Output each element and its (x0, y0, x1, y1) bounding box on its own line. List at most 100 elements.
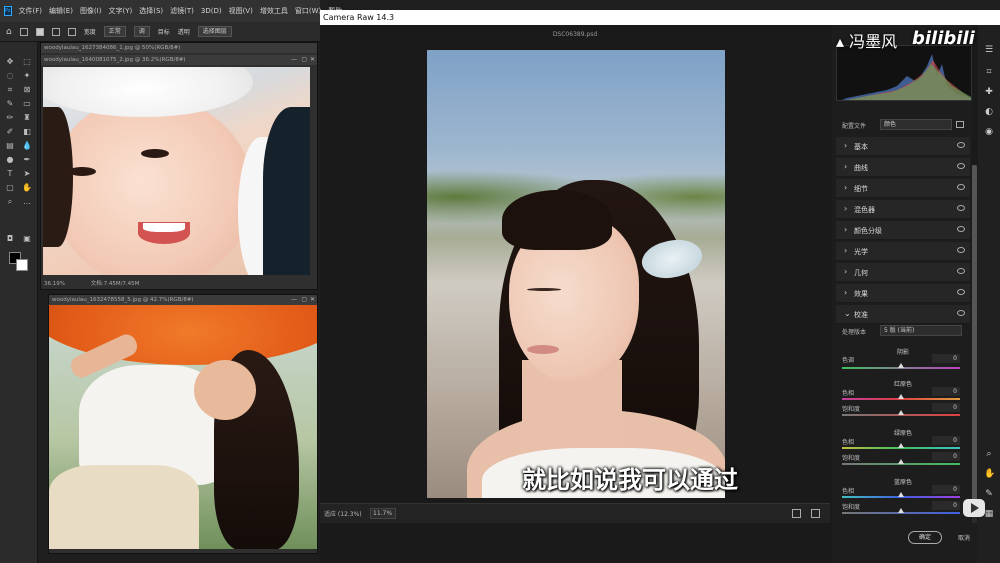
eye-icon[interactable] (957, 184, 965, 190)
dodge-tool-icon[interactable]: ● (5, 155, 15, 165)
eye-icon[interactable] (957, 142, 965, 148)
view-single-icon[interactable] (792, 509, 801, 518)
doc-1-minimize-icon[interactable]: — (291, 55, 297, 65)
history-brush-icon[interactable]: ✐ (5, 127, 15, 137)
hand-icon[interactable]: ✋ (984, 469, 995, 479)
green-sat-value[interactable]: 0 (932, 452, 960, 461)
subtract-selection-icon[interactable] (67, 27, 76, 36)
profile-browser-icon[interactable] (956, 121, 964, 128)
eye-icon[interactable] (957, 163, 965, 169)
crop-tool-icon[interactable]: ⌗ (5, 85, 15, 95)
menu-file[interactable]: 文件(F) (19, 6, 43, 16)
doc-2-titlebar[interactable]: woodylaulau_1632478558_5.jpg @ 42.7%(RGB… (49, 295, 317, 305)
more-tools-icon[interactable]: … (22, 197, 32, 207)
menu-filter[interactable]: 滤镜(T) (170, 6, 194, 16)
background-color-swatch[interactable] (16, 259, 28, 271)
blur-tool-icon[interactable]: 💧 (22, 141, 32, 151)
add-selection-icon[interactable] (51, 27, 60, 36)
hand-tool-icon[interactable]: ✋ (22, 183, 32, 193)
blue-hue-thumb[interactable] (898, 492, 904, 497)
blue-sat-thumb[interactable] (898, 508, 904, 513)
menu-view[interactable]: 视图(V) (229, 6, 253, 16)
eyedropper-icon[interactable]: ✎ (5, 99, 15, 109)
menu-plugins[interactable]: 增效工具 (260, 6, 288, 16)
section-color-mixer[interactable]: › 混色器 (836, 200, 970, 219)
blue-sat-value[interactable]: 0 (932, 501, 960, 510)
brush-tool-icon[interactable]: ✏ (5, 113, 15, 123)
doc-1-zoom[interactable]: 36.19% (44, 281, 65, 287)
doc-1-titlebar[interactable]: woodylaulau_1640081075_2.jpg @ 36.2%(RGB… (41, 55, 317, 65)
move-tool-icon[interactable]: ✥ (5, 57, 15, 67)
ok-button[interactable]: 确定 (908, 531, 942, 544)
menu-image[interactable]: 图像(I) (80, 6, 102, 16)
view-compare-icon[interactable] (811, 509, 820, 518)
menu-select[interactable]: 选择(S) (139, 6, 163, 16)
type-tool-icon[interactable]: T (5, 169, 15, 179)
section-basic[interactable]: › 基本 (836, 137, 970, 156)
process-version-select[interactable]: 5 版 (当前) (880, 325, 962, 336)
menu-3d[interactable]: 3D(D) (201, 7, 222, 15)
screen-mode-icon[interactable]: ▣ (22, 234, 32, 244)
eye-icon[interactable] (957, 289, 965, 295)
frame-tool-icon[interactable]: ⊠ (22, 85, 32, 95)
new-selection-icon[interactable] (35, 27, 44, 36)
section-detail[interactable]: › 细节 (836, 179, 970, 198)
target-label[interactable]: 目标 (158, 27, 170, 36)
doc-1-maximize-icon[interactable]: ▢ (301, 55, 307, 65)
doc-2-close-icon[interactable]: ✕ (310, 295, 315, 305)
profile-select[interactable]: 颜色 (880, 119, 952, 130)
crop-icon[interactable]: ⌗ (984, 67, 994, 77)
patch-tool-icon[interactable]: ▭ (22, 99, 32, 109)
red-hue-thumb[interactable] (898, 394, 904, 399)
grid-icon[interactable]: ▦ (984, 509, 994, 519)
path-select-icon[interactable]: ➤ (22, 169, 32, 179)
menu-type[interactable]: 文字(Y) (108, 6, 132, 16)
doc-2-minimize-icon[interactable]: — (291, 295, 297, 305)
menu-window[interactable]: 窗口(W) (295, 6, 321, 16)
red-sat-value[interactable]: 0 (932, 403, 960, 412)
shape-tool-icon[interactable]: ▢ (5, 183, 15, 193)
section-curve[interactable]: › 曲线 (836, 158, 970, 177)
zoom-fit-label[interactable]: 适应 (12.3%) (324, 509, 362, 518)
green-hue-thumb[interactable] (898, 443, 904, 448)
select-layer-button[interactable]: 选择图层 (197, 26, 232, 37)
doc-2-canvas-photo[interactable] (49, 305, 317, 549)
magic-wand-icon[interactable]: ✦ (22, 71, 32, 81)
green-sat-thumb[interactable] (898, 459, 904, 464)
zoom-tool-icon[interactable]: ⌕ (5, 197, 15, 207)
doc-2-maximize-icon[interactable]: ▢ (301, 295, 307, 305)
menu-edit[interactable]: 编辑(E) (49, 6, 73, 16)
doc-1-close-icon[interactable]: ✕ (310, 55, 315, 65)
eye-icon[interactable] (957, 226, 965, 232)
shadows-tint-value[interactable]: 0 (932, 354, 960, 363)
eye-icon[interactable] (957, 310, 965, 316)
heal-icon[interactable]: ✚ (984, 87, 994, 97)
lasso-tool-icon[interactable]: ◌ (5, 71, 15, 81)
play-icon[interactable] (963, 499, 985, 517)
section-geometry[interactable]: › 几何 (836, 263, 970, 282)
edit-icon[interactable]: ☰ (984, 45, 994, 55)
quick-mask-icon[interactable]: ◘ (5, 234, 15, 244)
eraser-icon[interactable]: ◧ (22, 127, 32, 137)
doc-1-canvas-photo[interactable] (43, 67, 310, 275)
red-hue-value[interactable]: 0 (932, 387, 960, 396)
section-color-grading[interactable]: › 颜色分级 (836, 221, 970, 240)
green-hue-value[interactable]: 0 (932, 436, 960, 445)
style-select[interactable]: 正常 (103, 26, 126, 37)
marquee-shape-icon[interactable] (19, 27, 28, 36)
eye-icon[interactable] (957, 247, 965, 253)
cancel-button[interactable]: 取消 (958, 533, 970, 542)
pen-tool-icon[interactable]: ✒ (22, 155, 32, 165)
doc-tab-behind[interactable]: woodylaulau_1627384086_1.jpg @ 50%(RGB/8… (41, 43, 317, 53)
marquee-tool-icon[interactable]: ⬚ (22, 57, 32, 67)
zoom-select[interactable]: 11.7% (370, 508, 396, 519)
redeye-icon[interactable]: ◉ (984, 127, 994, 137)
panel-scrollbar[interactable] (972, 165, 977, 525)
eye-icon[interactable] (957, 268, 965, 274)
gradient-tool-icon[interactable]: ▤ (5, 141, 15, 151)
transparent-label[interactable]: 透明 (178, 27, 190, 36)
zoom-icon[interactable]: ⌕ (984, 449, 994, 459)
camera-raw-preview[interactable] (427, 50, 725, 498)
home-icon[interactable]: ⌂ (6, 27, 12, 37)
panel-scrollbar-thumb[interactable] (972, 165, 977, 505)
